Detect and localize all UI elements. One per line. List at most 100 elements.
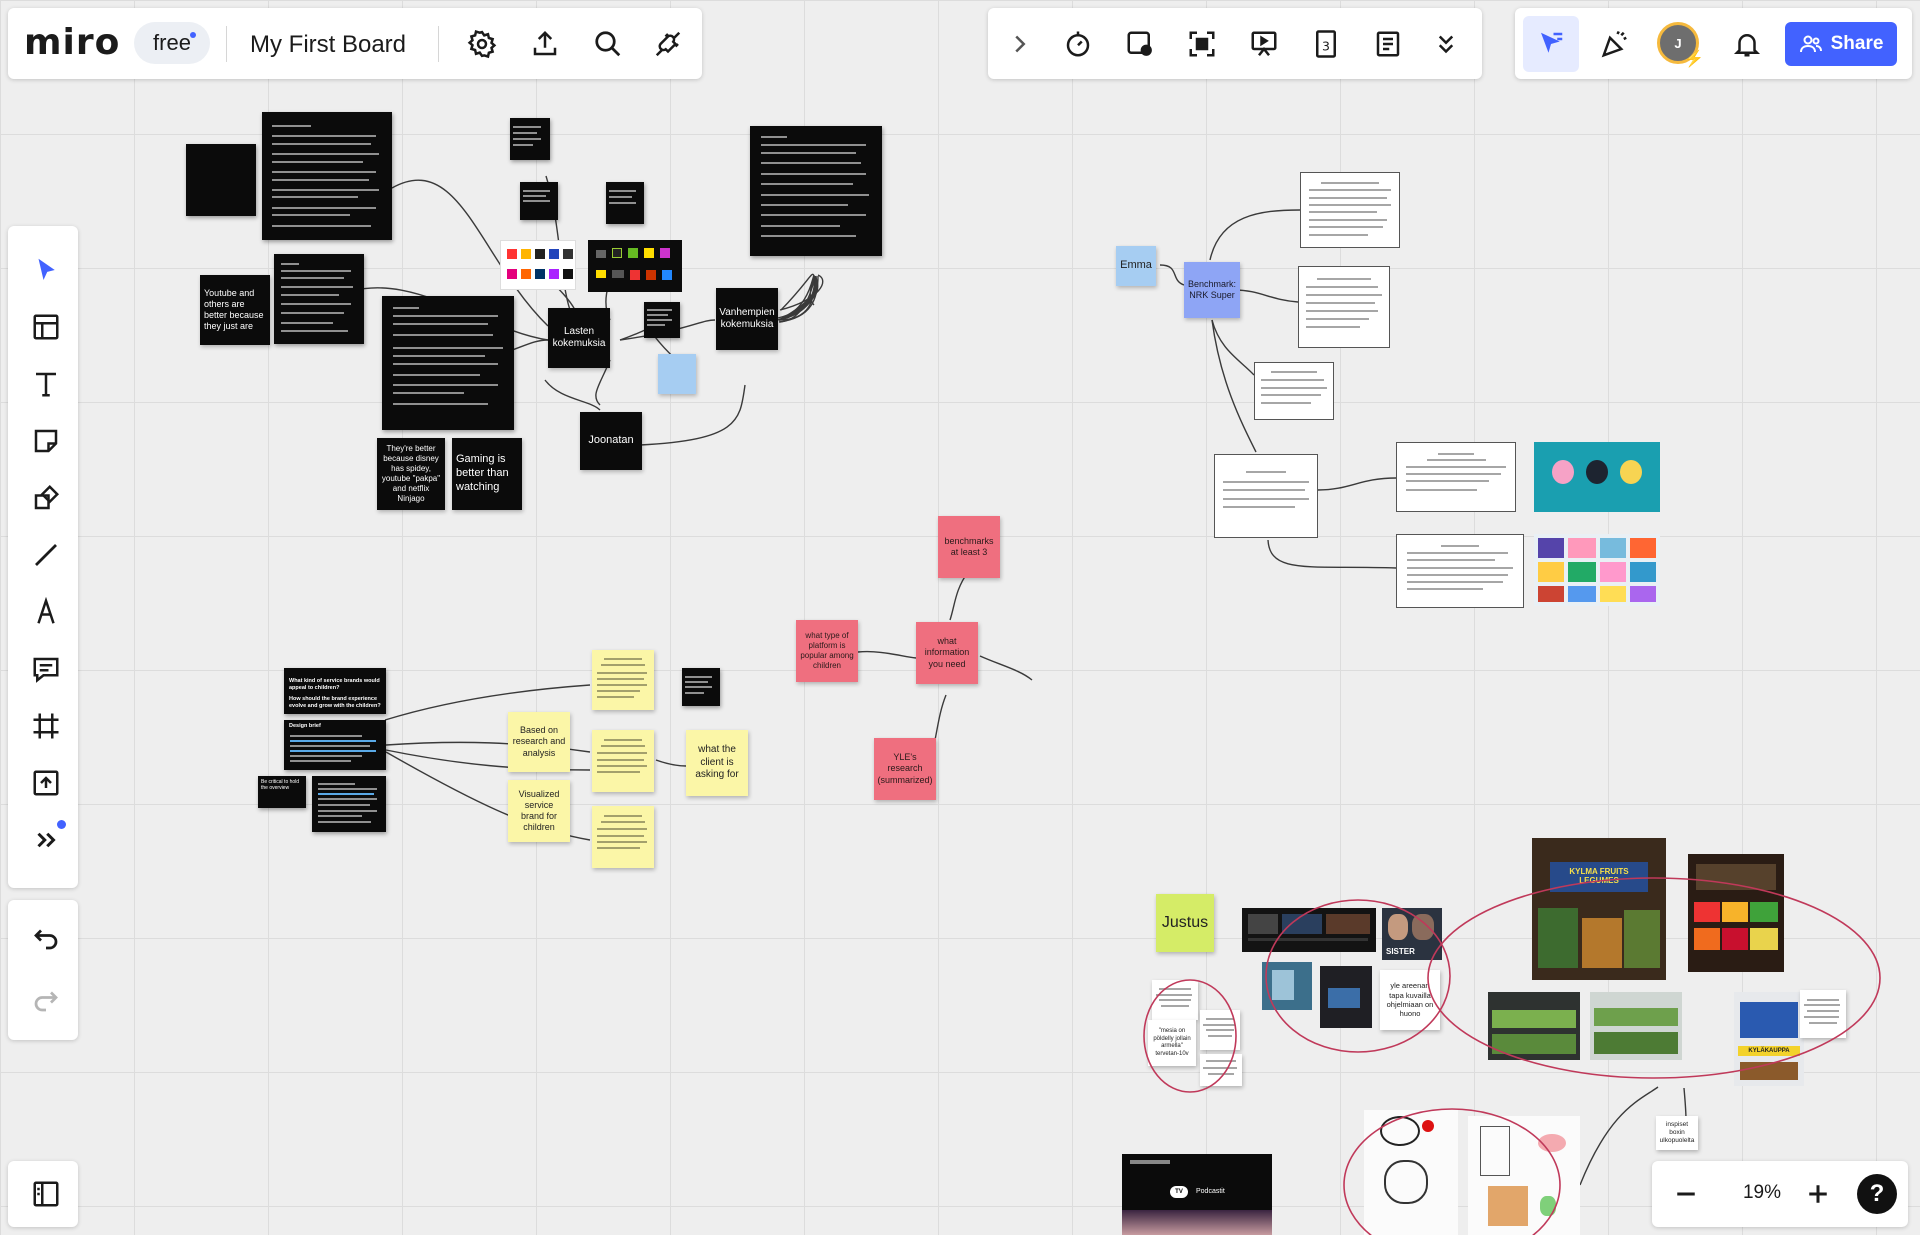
text-card[interactable] — [1396, 534, 1524, 608]
drawing-sketch[interactable] — [1364, 1110, 1458, 1235]
notifications-button[interactable] — [1723, 20, 1771, 68]
black-card[interactable] — [606, 182, 644, 224]
black-card[interactable] — [510, 118, 550, 160]
sticky-note[interactable] — [658, 354, 696, 394]
sticky-note[interactable] — [592, 650, 654, 710]
zoom-level[interactable]: 19% — [1732, 1182, 1792, 1204]
more-tools-button[interactable] — [20, 814, 72, 866]
text-card[interactable] — [1396, 442, 1516, 512]
sticky-note-tool[interactable] — [20, 415, 72, 467]
sister-thumbnail[interactable]: SISTER — [1382, 908, 1442, 960]
integrations-button[interactable] — [644, 20, 692, 68]
sticky-note[interactable]: Justus — [1156, 894, 1214, 952]
shapes-tool[interactable] — [20, 472, 72, 524]
text-card[interactable] — [312, 776, 386, 832]
board-title[interactable]: My First Board — [250, 31, 406, 59]
presentation-button[interactable] — [1240, 20, 1288, 68]
board-panel-toggle[interactable] — [8, 1161, 78, 1227]
black-card[interactable] — [682, 668, 720, 706]
black-card[interactable] — [520, 182, 558, 220]
select-tool[interactable] — [20, 244, 72, 296]
undo-button[interactable] — [20, 912, 72, 964]
phone-screenshot[interactable]: TV Podcastit — [1122, 1154, 1272, 1235]
nrk-shows-image[interactable] — [1534, 534, 1660, 606]
thumbnail[interactable] — [1262, 962, 1312, 1010]
market-photo[interactable]: KYLMA FRUITS LEGUMES — [1532, 838, 1666, 980]
thumbnail[interactable] — [1320, 966, 1372, 1028]
nrk-characters-image[interactable] — [1534, 442, 1660, 512]
sticky-note[interactable]: Visualized service brand for children — [508, 780, 570, 842]
sticky-note[interactable]: inspiset boxin ulkopuolelta — [1656, 1116, 1698, 1150]
sticky-note[interactable]: YLE's research (summarized) — [874, 738, 936, 800]
notes-button[interactable] — [1364, 20, 1412, 68]
timer-button[interactable] — [1054, 20, 1102, 68]
sticky-note[interactable]: what type of platform is popular among c… — [796, 620, 858, 682]
miro-logo[interactable]: miro — [24, 22, 120, 63]
critical-card[interactable]: Be critical to hold the overview — [258, 776, 306, 808]
sticky-note[interactable]: Lasten kokemuksia — [548, 308, 610, 368]
text-card[interactable] — [1254, 362, 1334, 420]
app-icons-image-dark[interactable] — [588, 240, 682, 292]
village-store-photo[interactable]: KYLÄKAUPPA — [1734, 992, 1804, 1086]
vegetable-shelf-photo[interactable] — [1590, 992, 1682, 1060]
sticky-note[interactable]: what the client is asking for — [686, 730, 748, 796]
text-card[interactable] — [262, 112, 392, 240]
sticky-note[interactable]: what information you need — [916, 622, 978, 684]
export-button[interactable] — [521, 20, 569, 68]
board-panel-button[interactable] — [20, 1168, 72, 1220]
sticky-note[interactable] — [1800, 990, 1846, 1038]
zoom-in-button[interactable] — [1794, 1170, 1842, 1218]
black-card[interactable] — [186, 144, 256, 216]
search-button[interactable] — [584, 20, 632, 68]
black-card[interactable] — [644, 302, 680, 338]
sticky-note[interactable] — [1152, 980, 1198, 1020]
plan-badge[interactable]: free — [134, 22, 210, 64]
design-brief-card[interactable]: Design brief — [284, 720, 386, 770]
text-card[interactable] — [750, 126, 882, 256]
calendar-button[interactable]: 3 — [1302, 20, 1350, 68]
sticky-note[interactable] — [592, 806, 654, 868]
sticky-note[interactable]: Gaming is better than watching — [452, 438, 522, 510]
sticky-note[interactable]: Emma — [1116, 246, 1156, 286]
sticky-note[interactable]: Benchmark: NRK Super — [1184, 262, 1240, 318]
text-card[interactable] — [274, 254, 364, 344]
fruit-stand-photo[interactable] — [1688, 854, 1784, 972]
brief-card[interactable]: What kind of service brands would appeal… — [284, 668, 386, 714]
sticky-note[interactable]: benchmarks at least 3 — [938, 516, 1000, 578]
sticky-note[interactable]: Youtube and others are better because th… — [200, 275, 270, 345]
more-tools-dropdown[interactable] — [1424, 20, 1468, 68]
vegetable-shelf-photo[interactable] — [1488, 992, 1580, 1060]
expand-toolbar-button[interactable] — [1000, 20, 1040, 68]
canvas[interactable]: Youtube and others are better because th… — [0, 0, 1920, 1235]
frame-tool[interactable] — [20, 700, 72, 752]
pen-tool[interactable] — [20, 586, 72, 638]
streaming-screenshot[interactable] — [1242, 908, 1376, 952]
frames-button[interactable] — [1116, 20, 1164, 68]
share-button[interactable]: Share — [1785, 22, 1897, 66]
text-card[interactable] — [1298, 266, 1390, 348]
drawing-sketch[interactable] — [1468, 1116, 1580, 1235]
settings-button[interactable] — [458, 20, 506, 68]
sticky-note[interactable]: Based on research and analysis — [508, 712, 570, 772]
line-tool[interactable] — [20, 529, 72, 581]
templates-tool[interactable] — [20, 301, 72, 353]
app-icons-image[interactable] — [500, 240, 576, 290]
text-card[interactable] — [1214, 454, 1318, 538]
user-avatar[interactable]: J ⚡ — [1657, 22, 1704, 68]
focus-button[interactable] — [1178, 20, 1226, 68]
zoom-out-button[interactable] — [1662, 1170, 1710, 1218]
text-tool[interactable] — [20, 358, 72, 410]
text-card[interactable] — [382, 296, 514, 430]
sticky-note[interactable] — [1200, 1010, 1240, 1050]
cursor-visibility-button[interactable] — [1523, 16, 1579, 72]
reactions-button[interactable] — [1591, 20, 1639, 68]
help-button[interactable]: ? — [1857, 1174, 1897, 1214]
sticky-note[interactable]: yle areenan tapa kuvailla ohjelmiaan on … — [1380, 970, 1440, 1030]
sticky-note[interactable]: Vanhempien kokemuksia — [716, 288, 778, 350]
redo-button[interactable] — [20, 974, 72, 1026]
sticky-note[interactable] — [592, 730, 654, 792]
comment-tool[interactable] — [20, 643, 72, 695]
text-card[interactable] — [1300, 172, 1400, 248]
sticky-note[interactable]: Joonatan — [580, 412, 642, 470]
sticky-note[interactable]: They're better because disney has spidey… — [377, 438, 445, 510]
